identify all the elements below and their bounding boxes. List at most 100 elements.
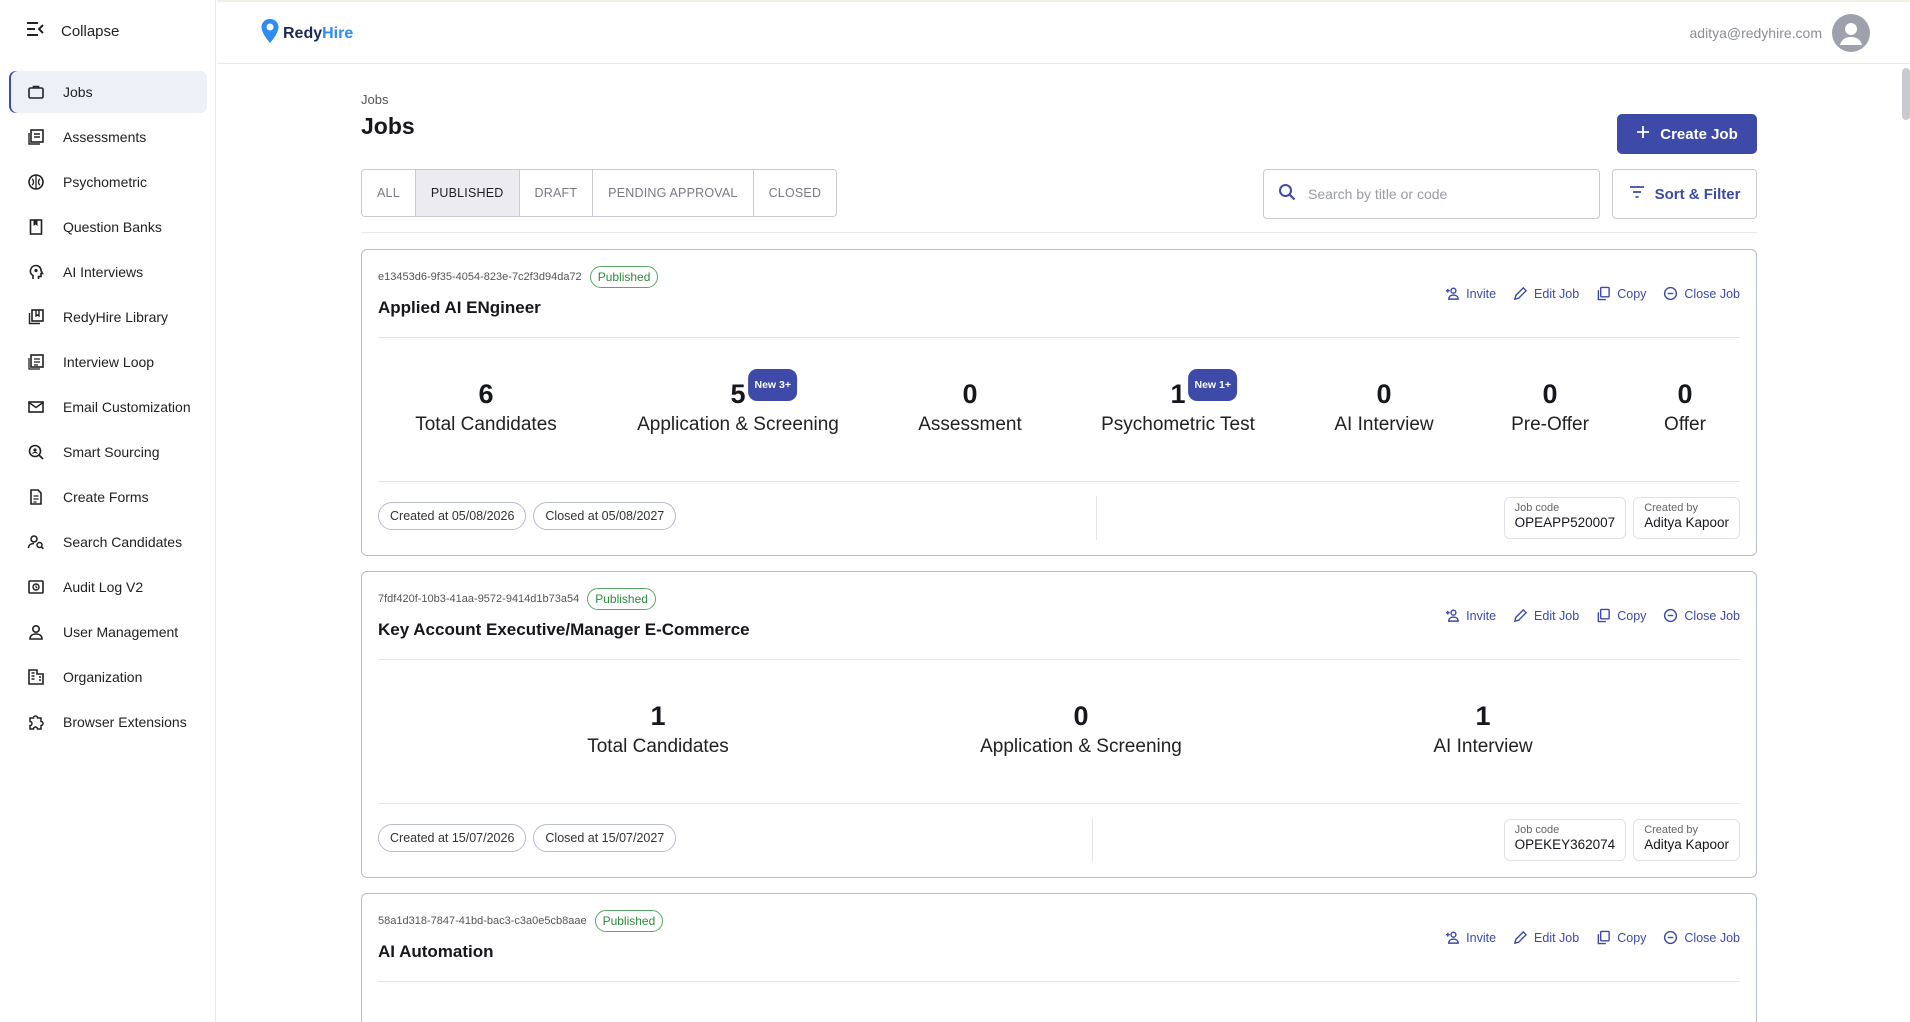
job-title[interactable]: Key Account Executive/Manager E-Commerce — [378, 620, 750, 640]
footer-separator — [1096, 496, 1097, 540]
tab-pending-approval[interactable]: PENDING APPROVAL — [593, 170, 754, 216]
new-badge: New 3+ — [748, 369, 797, 401]
sidebar-item-organization[interactable]: Organization — [9, 656, 207, 698]
invite-button[interactable]: Invite — [1445, 286, 1496, 301]
avatar[interactable] — [1832, 14, 1870, 52]
sidebar-item-label: User Management — [63, 624, 179, 640]
sidebar-item-create-forms[interactable]: Create Forms — [9, 476, 207, 518]
collapse-button[interactable]: Collapse — [26, 20, 119, 42]
job-card-header: e13453d6-9f35-4054-823e-7c2f3d94da72 Pub… — [378, 250, 1740, 338]
edit-job-button[interactable]: Edit Job — [1513, 608, 1579, 623]
minus-circle-icon — [1664, 608, 1678, 623]
close-job-button[interactable]: Close Job — [1663, 286, 1740, 301]
sidebar-item-ai-interviews[interactable]: AI Interviews — [9, 251, 207, 293]
status-tabs: ALL PUBLISHED DRAFT PENDING APPROVAL CLO… — [361, 169, 838, 217]
created-at-chip: Created at 15/07/2026 — [378, 824, 527, 852]
stat-label: Assessment — [918, 414, 1022, 435]
stat-offer[interactable]: 0 Offer — [1664, 380, 1706, 436]
job-title[interactable]: AI Automation — [378, 942, 494, 962]
invite-button[interactable]: Invite — [1445, 608, 1496, 623]
close-job-label: Close Job — [1684, 608, 1740, 623]
stat-value: 1 — [1170, 379, 1186, 409]
pencil-icon — [1513, 930, 1528, 945]
user-menu[interactable]: aditya@redyhire.com — [1690, 14, 1870, 52]
job-code-label: Job code — [1514, 824, 1560, 836]
stat-label: Application & Screening — [980, 736, 1182, 757]
sidebar-item-email-customization[interactable]: Email Customization — [9, 386, 207, 428]
stat-psychometric-test[interactable]: 1 New 1+ Psychometric Test — [1101, 369, 1255, 436]
sidebar-item-label: Organization — [63, 669, 143, 685]
stat-value: 1 — [650, 701, 666, 731]
collapse-menu-icon — [26, 21, 44, 41]
status-badge: Published — [587, 588, 656, 610]
sort-filter-button[interactable]: Sort & Filter — [1612, 169, 1757, 219]
sidebar-item-psychometric[interactable]: Psychometric — [9, 161, 207, 203]
top-header: Redy Hire aditya@redyhire.com — [217, 0, 1910, 64]
stat-pre-offer[interactable]: 0 Pre-Offer — [1511, 380, 1589, 436]
stat-label: Psychometric Test — [1101, 414, 1255, 435]
book-icon — [27, 218, 45, 236]
form-icon — [27, 488, 45, 506]
job-card: 7fdf420f-10b3-41aa-9572-9414d1b73a54 Pub… — [361, 571, 1757, 878]
breadcrumb[interactable]: Jobs — [361, 92, 1757, 107]
stat-ai-interview[interactable]: 0 AI Interview — [1334, 380, 1433, 436]
sidebar-item-assessments[interactable]: Assessments — [9, 116, 207, 158]
ai-head-icon — [27, 263, 45, 281]
sidebar-item-label: RedyHire Library — [63, 309, 169, 325]
sidebar-item-jobs[interactable]: Jobs — [9, 71, 207, 113]
edit-job-button[interactable]: Edit Job — [1513, 286, 1579, 301]
sidebar-item-label: Smart Sourcing — [63, 444, 160, 460]
stat-application-screening[interactable]: 0 Application & Screening — [980, 702, 1182, 758]
sidebar-item-search-candidates[interactable]: Search Candidates — [9, 521, 207, 563]
tab-all[interactable]: ALL — [362, 170, 416, 216]
sidebar-item-label: Interview Loop — [63, 354, 155, 370]
sidebar-item-question-banks[interactable]: Question Banks — [9, 206, 207, 248]
stat-ai-interview[interactable]: 1 AI Interview — [1433, 702, 1532, 758]
search-icon — [1278, 183, 1296, 206]
page-scrollbar[interactable] — [1902, 68, 1910, 120]
create-job-button[interactable]: Create Job — [1617, 114, 1757, 154]
sidebar-item-user-management[interactable]: User Management — [9, 611, 207, 653]
stat-total-candidates[interactable]: 1 Total Candidates — [587, 702, 729, 758]
stat-value: 5 — [730, 379, 746, 409]
invite-label: Invite — [1466, 286, 1497, 301]
job-title[interactable]: Applied AI ENgineer — [378, 298, 541, 318]
job-id: 7fdf420f-10b3-41aa-9572-9414d1b73a54 — [378, 593, 580, 605]
copy-label: Copy — [1617, 930, 1647, 945]
sidebar-item-label: Psychometric — [63, 174, 148, 190]
copy-icon — [1597, 608, 1611, 623]
edit-job-button[interactable]: Edit Job — [1513, 930, 1579, 945]
created-by-value: Aditya Kapoor — [1644, 515, 1729, 530]
invite-label: Invite — [1466, 930, 1497, 945]
search-box[interactable] — [1263, 169, 1600, 219]
stat-total-candidates[interactable]: 6 Total Candidates — [415, 380, 557, 436]
copy-label: Copy — [1617, 608, 1647, 623]
copy-button[interactable]: Copy — [1596, 608, 1646, 623]
sidebar-item-browser-extensions[interactable]: Browser Extensions — [9, 701, 207, 743]
puzzle-icon — [27, 713, 45, 731]
redyhire-logo[interactable]: Redy Hire — [260, 18, 353, 49]
stat-application-screening[interactable]: 5 New 3+ Application & Screening — [637, 369, 839, 436]
copy-icon — [1597, 286, 1611, 301]
close-job-button[interactable]: Close Job — [1663, 930, 1740, 945]
invite-button[interactable]: Invite — [1445, 930, 1496, 945]
sidebar-item-redyhire-library[interactable]: RedyHire Library — [9, 296, 207, 338]
brain-icon — [27, 173, 45, 191]
created-by-label: Created by — [1644, 502, 1698, 514]
sidebar-item-interview-loop[interactable]: Interview Loop — [9, 341, 207, 383]
copy-button[interactable]: Copy — [1596, 286, 1646, 301]
sidebar-item-smart-sourcing[interactable]: Smart Sourcing — [9, 431, 207, 473]
tab-closed[interactable]: CLOSED — [754, 170, 837, 216]
stat-label: AI Interview — [1334, 414, 1434, 435]
tab-published[interactable]: PUBLISHED — [415, 170, 520, 216]
sidebar-item-audit-log[interactable]: Audit Log V2 — [9, 566, 207, 608]
logo-text-hire: Hire — [322, 24, 354, 42]
stat-label: Total Candidates — [415, 414, 557, 435]
job-card-header: 58a1d318-7847-41bd-bac3-c3a0e5cb8aae Pub… — [378, 894, 1740, 982]
footer-separator — [1092, 818, 1093, 862]
search-input[interactable] — [1308, 186, 1578, 202]
close-job-button[interactable]: Close Job — [1663, 608, 1740, 623]
copy-button[interactable]: Copy — [1596, 930, 1646, 945]
tab-draft[interactable]: DRAFT — [520, 170, 594, 216]
stat-assessment[interactable]: 0 Assessment — [918, 380, 1021, 436]
